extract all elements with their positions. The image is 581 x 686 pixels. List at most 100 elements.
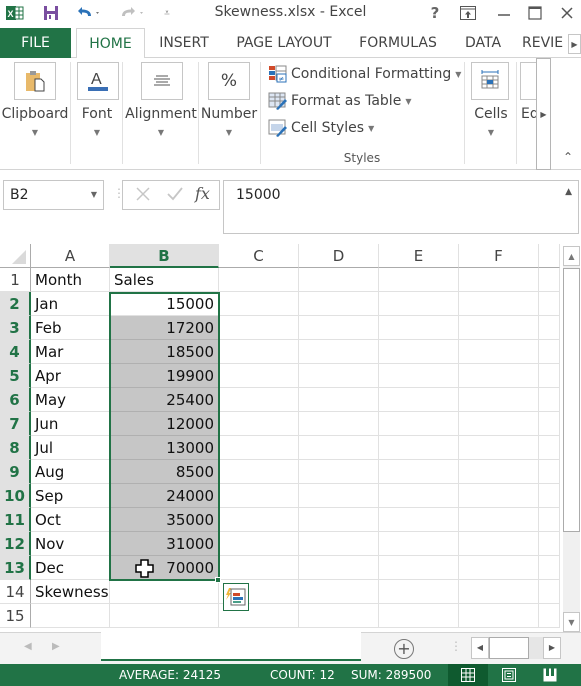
tab-insert[interactable]: INSERT bbox=[152, 28, 216, 58]
ribbon-group-cells[interactable]: Cells ▼ bbox=[466, 58, 516, 170]
cell-empty[interactable] bbox=[219, 436, 299, 460]
cell-empty[interactable] bbox=[219, 556, 299, 580]
cell-b11[interactable]: 35000 bbox=[110, 508, 219, 532]
column-header-f[interactable]: F bbox=[459, 244, 539, 268]
row-header-10[interactable]: 10 bbox=[0, 484, 31, 508]
row-header-7[interactable]: 7 bbox=[0, 412, 31, 436]
cell-a3[interactable]: Feb bbox=[31, 316, 110, 340]
cancel-icon[interactable] bbox=[133, 184, 153, 208]
row-header-5[interactable]: 5 bbox=[0, 364, 31, 388]
cell-empty[interactable] bbox=[459, 268, 539, 292]
cell-empty[interactable] bbox=[459, 388, 539, 412]
insert-function-icon[interactable]: fx bbox=[195, 184, 210, 203]
cell-empty[interactable] bbox=[299, 580, 379, 604]
cell-b9[interactable]: 8500 bbox=[110, 460, 219, 484]
cell-b12[interactable]: 31000 bbox=[110, 532, 219, 556]
cell-a14[interactable]: Skewness bbox=[31, 580, 110, 604]
cell-empty[interactable] bbox=[459, 436, 539, 460]
cell-empty[interactable] bbox=[379, 436, 459, 460]
sheet-scroll-right-icon[interactable]: ▶ bbox=[52, 641, 60, 652]
scroll-left-icon[interactable]: ◀ bbox=[471, 637, 489, 659]
cell-a12[interactable]: Nov bbox=[31, 532, 110, 556]
ribbon-group-alignment[interactable]: Alignment ▼ bbox=[124, 58, 198, 170]
row-header-12[interactable]: 12 bbox=[0, 532, 31, 556]
cell-b2[interactable]: 15000 bbox=[110, 292, 219, 316]
ribbon-group-clipboard[interactable]: Clipboard ▼ bbox=[0, 58, 70, 170]
cell-empty[interactable] bbox=[379, 508, 459, 532]
row-header-3[interactable]: 3 bbox=[0, 316, 31, 340]
cell-a8[interactable]: Jul bbox=[31, 436, 110, 460]
scroll-down-icon[interactable]: ▼ bbox=[563, 612, 580, 632]
conditional-formatting-button[interactable]: ≠ Conditional Formatting ▼ bbox=[268, 63, 461, 85]
cell-empty[interactable] bbox=[219, 412, 299, 436]
cell-empty[interactable] bbox=[379, 268, 459, 292]
cell-empty[interactable] bbox=[299, 556, 379, 580]
ribbon-scroll-right-button[interactable]: ▶ bbox=[536, 58, 551, 170]
cell-b14[interactable] bbox=[110, 580, 219, 604]
collapse-ribbon-icon[interactable]: ⌃ bbox=[560, 150, 576, 166]
cell-empty[interactable] bbox=[219, 268, 299, 292]
ribbon-group-editing[interactable]: Ed bbox=[518, 58, 538, 170]
column-header-b[interactable]: B bbox=[110, 244, 219, 268]
tab-formulas[interactable]: FORMULAS bbox=[352, 28, 444, 58]
cell-empty[interactable] bbox=[379, 484, 459, 508]
cell-empty[interactable] bbox=[539, 268, 560, 292]
column-header-d[interactable]: D bbox=[299, 244, 379, 268]
scroll-right-icon[interactable]: ▶ bbox=[543, 637, 561, 659]
cell-empty[interactable] bbox=[299, 364, 379, 388]
cell-a4[interactable]: Mar bbox=[31, 340, 110, 364]
horizontal-scrollbar[interactable]: ◀ ▶ bbox=[471, 637, 561, 659]
cell-empty[interactable] bbox=[299, 484, 379, 508]
cell-empty[interactable] bbox=[459, 292, 539, 316]
cell-empty[interactable] bbox=[299, 604, 379, 628]
ribbon-display-options-button[interactable] bbox=[457, 3, 479, 23]
row-header-11[interactable]: 11 bbox=[0, 508, 31, 532]
cell-a1[interactable]: Month bbox=[31, 268, 110, 292]
horizontal-scroll-thumb[interactable] bbox=[489, 637, 529, 659]
cell-empty[interactable] bbox=[539, 460, 560, 484]
cell-empty[interactable] bbox=[219, 292, 299, 316]
minimize-button[interactable] bbox=[493, 3, 515, 23]
cell-empty[interactable] bbox=[379, 412, 459, 436]
cell-empty[interactable] bbox=[219, 484, 299, 508]
page-break-preview-button[interactable] bbox=[530, 664, 570, 686]
cell-empty[interactable] bbox=[299, 460, 379, 484]
cell-empty[interactable] bbox=[299, 508, 379, 532]
cell-empty[interactable] bbox=[539, 340, 560, 364]
help-button[interactable]: ? bbox=[424, 3, 446, 23]
cell-b1[interactable]: Sales bbox=[110, 268, 219, 292]
cell-empty[interactable] bbox=[459, 484, 539, 508]
close-button[interactable] bbox=[556, 3, 578, 23]
row-header-4[interactable]: 4 bbox=[0, 340, 31, 364]
cell-empty[interactable] bbox=[379, 580, 459, 604]
cell-empty[interactable] bbox=[459, 604, 539, 628]
cell-a2[interactable]: Jan bbox=[31, 292, 110, 316]
name-box[interactable]: B2 ▼ bbox=[3, 180, 104, 210]
cell-empty[interactable] bbox=[219, 316, 299, 340]
cell-empty[interactable] bbox=[459, 340, 539, 364]
cell-b7[interactable]: 12000 bbox=[110, 412, 219, 436]
row-header-8[interactable]: 8 bbox=[0, 436, 31, 460]
vertical-scroll-thumb[interactable] bbox=[563, 268, 580, 532]
cell-empty[interactable] bbox=[539, 388, 560, 412]
column-header-c[interactable]: C bbox=[219, 244, 299, 268]
row-header-14[interactable]: 14 bbox=[0, 580, 31, 604]
cell-empty[interactable] bbox=[459, 364, 539, 388]
cell-empty[interactable] bbox=[379, 316, 459, 340]
column-header-g[interactable] bbox=[539, 244, 560, 268]
cell-empty[interactable] bbox=[379, 532, 459, 556]
cell-empty[interactable] bbox=[459, 316, 539, 340]
tab-home[interactable]: HOME bbox=[76, 28, 145, 59]
row-header-13[interactable]: 13 bbox=[0, 556, 31, 580]
enter-icon[interactable] bbox=[165, 184, 185, 208]
cell-empty[interactable] bbox=[539, 364, 560, 388]
formula-input[interactable]: 15000 ▲ bbox=[223, 180, 579, 234]
cell-empty[interactable] bbox=[539, 532, 560, 556]
row-header-6[interactable]: 6 bbox=[0, 388, 31, 412]
cell-empty[interactable] bbox=[299, 340, 379, 364]
cell-empty[interactable] bbox=[459, 508, 539, 532]
cell-b3[interactable]: 17200 bbox=[110, 316, 219, 340]
cell-empty[interactable] bbox=[539, 292, 560, 316]
expand-formula-bar-icon[interactable]: ▲ bbox=[565, 187, 572, 197]
cell-b8[interactable]: 13000 bbox=[110, 436, 219, 460]
